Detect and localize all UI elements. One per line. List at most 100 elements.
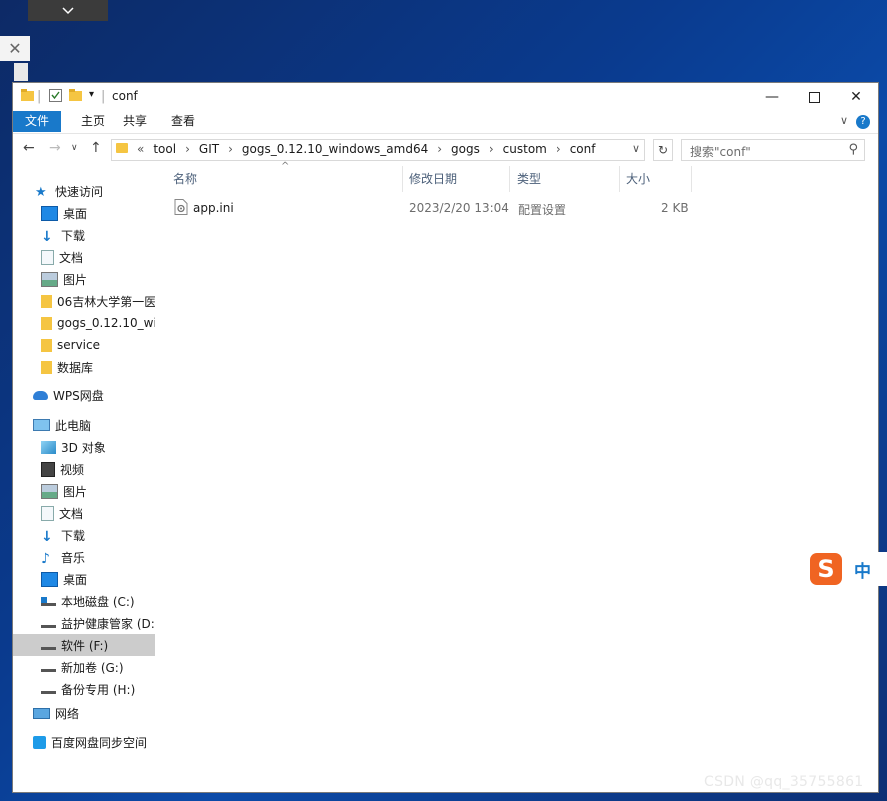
file-list: ^ 名称 修改日期 类型 大小 app.ini 2023/2/20 13:04 … [163, 161, 878, 786]
sidebar-item-label: 06吉林大学第一医院 [57, 294, 155, 309]
refresh-button[interactable]: ↻ [653, 139, 673, 161]
quick-access-dropdown-icon[interactable]: ▾ [89, 89, 94, 100]
address-dropdown-icon[interactable]: ∨ [632, 142, 640, 155]
sidebar-item-pc-pictures[interactable]: 图片 [13, 480, 155, 502]
maximize-button[interactable] [793, 83, 835, 111]
column-header-type[interactable]: 类型 [517, 166, 617, 192]
properties-check-icon[interactable] [49, 89, 62, 106]
chevron-right-icon[interactable]: › [434, 142, 445, 156]
ribbon-expand-icon[interactable]: ∨ [840, 114, 848, 127]
column-header-name[interactable]: 名称 [173, 166, 393, 192]
column-header-size[interactable]: 大小 [626, 166, 686, 192]
address-bar[interactable]: « tool › GIT › gogs_0.12.10_windows_amd64 ›… [111, 139, 645, 161]
sidebar-item-label: 益护健康管家 (D:) [61, 616, 155, 631]
minimize-button[interactable]: — [751, 83, 793, 111]
crumb-custom[interactable]: custom [497, 142, 553, 156]
sidebar-item-wps[interactable]: WPS网盘 [13, 384, 155, 406]
sidebar-item-drive-c[interactable]: 本地磁盘 (C:) [13, 590, 155, 612]
sidebar-item-drive-f[interactable]: 软件 (F:) [13, 634, 155, 656]
side-panel-strip [14, 63, 28, 81]
crumb-tool[interactable]: tool [147, 142, 182, 156]
network-icon [33, 707, 50, 719]
chevron-right-icon[interactable]: › [182, 142, 193, 156]
folder-icon [41, 338, 52, 352]
ime-toolbar[interactable]: S 中 [808, 552, 887, 586]
new-folder-icon[interactable] [69, 89, 82, 106]
recent-locations-icon[interactable]: ∨ [71, 143, 78, 153]
sidebar-item-downloads[interactable]: ↓下载📌 [13, 224, 155, 246]
folder-icon [41, 294, 52, 308]
sidebar-item-folder-gogs[interactable]: gogs_0.12.10_windows_amd64 [13, 312, 155, 334]
star-icon: ★ [35, 184, 47, 200]
refresh-icon: ↻ [657, 143, 669, 157]
chevron-right-icon[interactable]: › [553, 142, 564, 156]
picture-icon [41, 271, 58, 287]
side-panel-close[interactable]: ✕ [0, 36, 30, 61]
sidebar-item-network[interactable]: 网络 [13, 702, 155, 724]
sidebar-item-folder-hospital[interactable]: 06吉林大学第一医院 [13, 290, 155, 312]
sidebar-item-drive-h[interactable]: 备份专用 (H:) [13, 678, 155, 700]
tab-file[interactable]: 文件 [13, 111, 61, 132]
column-divider[interactable] [619, 166, 620, 192]
sidebar-item-pc-desktop[interactable]: 桌面 [13, 568, 155, 590]
ime-language-indicator[interactable]: 中 [854, 557, 871, 582]
crumb-gogs[interactable]: gogs [445, 142, 486, 156]
crumb-conf[interactable]: conf [564, 142, 602, 156]
sidebar-item-videos[interactable]: 视频 [13, 458, 155, 480]
top-dropdown-chevron[interactable] [28, 0, 108, 21]
navigation-bar: ← → ∨ ↑ « tool › GIT › gogs_0.12.10_window… [13, 134, 878, 164]
file-type: 配置设置 [518, 203, 567, 217]
chevron-right-icon[interactable]: › [225, 142, 236, 156]
document-icon [41, 249, 54, 265]
tab-share[interactable]: 共享 [115, 111, 155, 132]
forward-arrow-icon[interactable]: → [49, 140, 61, 156]
column-divider[interactable] [691, 166, 692, 192]
sidebar-item-music[interactable]: ♪ 音乐 [13, 546, 155, 568]
sidebar-item-label: 软件 (F:) [61, 638, 109, 653]
breadcrumb-overflow[interactable]: « [134, 142, 147, 156]
sidebar-item-quick-access[interactable]: ★ 快速访问 [13, 180, 155, 202]
sidebar-item-label: 快速访问 [55, 184, 104, 199]
sidebar-item-folder-database[interactable]: 数据库 [13, 356, 155, 378]
chevron-right-icon[interactable]: › [486, 142, 497, 156]
sidebar-item-pc-downloads[interactable]: ↓ 下载 [13, 524, 155, 546]
column-header-date[interactable]: 修改日期 [409, 166, 509, 192]
sidebar-item-3d-objects[interactable]: 3D 对象 [13, 436, 155, 458]
crumb-gogs-dist[interactable]: gogs_0.12.10_windows_amd64 [236, 142, 434, 156]
search-placeholder: 搜索"conf" [690, 145, 751, 159]
column-divider[interactable] [509, 166, 510, 192]
sidebar-item-baidu[interactable]: 百度网盘同步空间 [13, 731, 155, 753]
sidebar-item-folder-service[interactable]: service [13, 334, 155, 356]
breadcrumb: « tool › GIT › gogs_0.12.10_windows_amd64 ›… [134, 142, 601, 156]
sidebar-item-documents[interactable]: 文档📌 [13, 246, 155, 268]
tab-view[interactable]: 查看 [163, 111, 203, 132]
sidebar-item-label: 数据库 [57, 360, 94, 375]
sidebar-item-label: 备份专用 (H:) [61, 682, 136, 697]
up-arrow-icon[interactable]: ↑ [90, 140, 102, 156]
column-divider[interactable] [402, 166, 403, 192]
cube-icon [41, 440, 56, 454]
crumb-git[interactable]: GIT [193, 142, 225, 156]
tab-home[interactable]: 主页 [73, 111, 113, 132]
help-icon[interactable]: ? [856, 115, 870, 129]
close-icon: ✕ [850, 89, 862, 105]
sidebar-item-this-pc[interactable]: 此电脑 [13, 414, 155, 436]
search-input[interactable]: 搜索"conf" ⚲ [681, 139, 865, 161]
folder-icon [21, 89, 34, 106]
sidebar-item-drive-g[interactable]: 新加卷 (G:) [13, 656, 155, 678]
baidu-sync-icon [33, 735, 46, 749]
document-icon [41, 505, 54, 521]
close-button[interactable]: ✕ [835, 83, 877, 111]
sidebar-item-pc-documents[interactable]: 文档 [13, 502, 155, 524]
sidebar-item-label: 本地磁盘 (C:) [61, 594, 135, 609]
sidebar-item-drive-d[interactable]: 益护健康管家 (D:) [13, 612, 155, 634]
file-name: app.ini [193, 201, 234, 215]
back-arrow-icon[interactable]: ← [23, 140, 35, 156]
music-note-icon: ♪ [41, 550, 50, 567]
sidebar-item-pictures[interactable]: 图片📌 [13, 268, 155, 290]
sidebar-item-label: 音乐 [61, 550, 86, 565]
sidebar-item-desktop[interactable]: 桌面📌 [13, 202, 155, 224]
toolbar-divider: | [101, 89, 106, 104]
table-row[interactable]: app.ini 2023/2/20 13:04 配置设置 2 KB [163, 197, 703, 219]
desktop-icon [41, 571, 58, 587]
